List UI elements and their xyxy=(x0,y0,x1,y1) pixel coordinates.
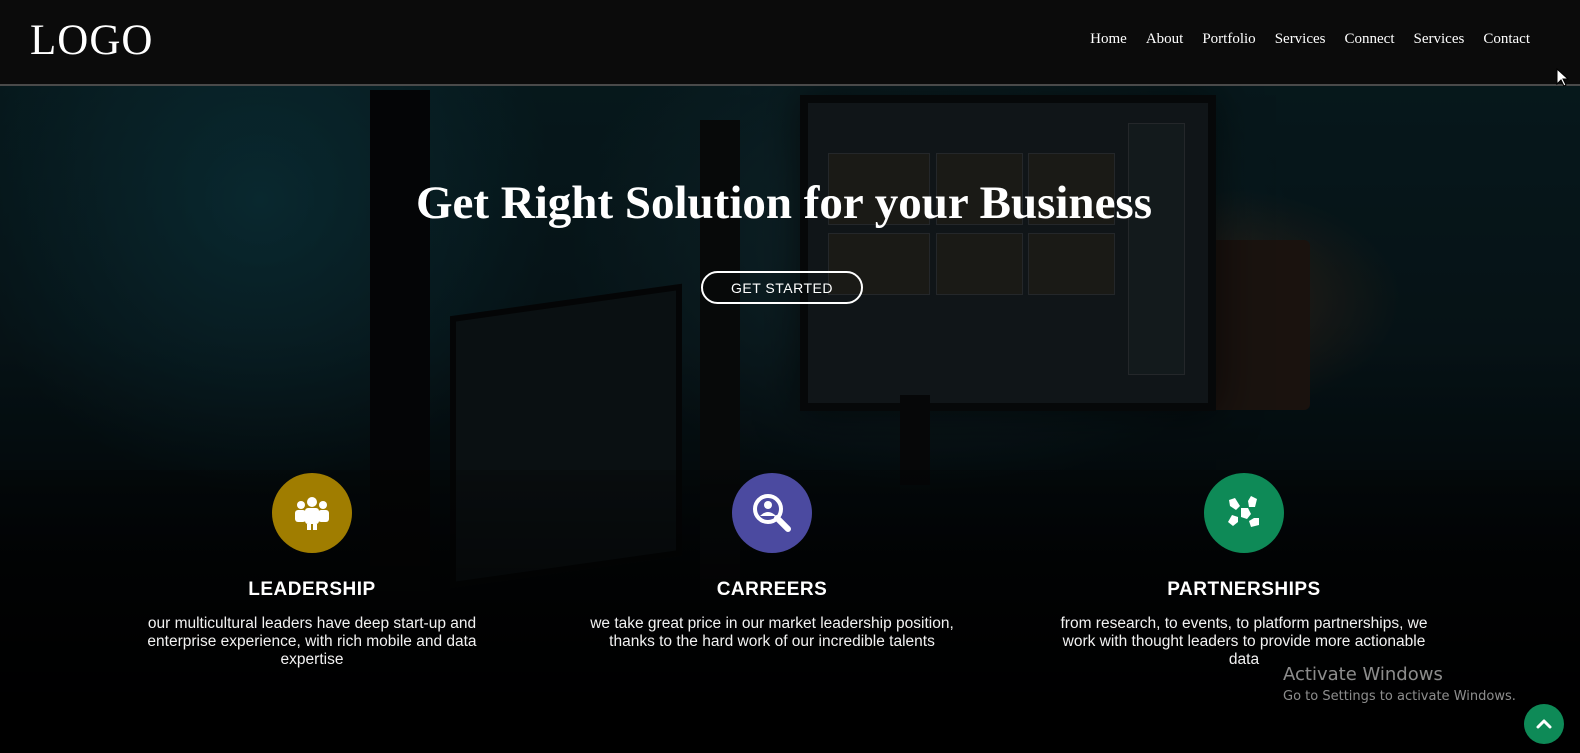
nav-menu: Home About Portfolio Services Connect Se… xyxy=(1090,31,1530,48)
chevron-up-icon xyxy=(1536,719,1552,729)
feature-careers: CARREERS we take great price in our mark… xyxy=(562,473,982,651)
feature-title: LEADERSHIP xyxy=(248,579,376,600)
nav-link-about[interactable]: About xyxy=(1146,31,1184,48)
feature-description: we take great price in our market leader… xyxy=(590,615,954,650)
feature-description: from research, to events, to platform pa… xyxy=(1060,615,1428,668)
feature-title: PARTNERSHIPS xyxy=(1167,579,1321,600)
windows-activation-watermark: Activate Windows Go to Settings to activ… xyxy=(1283,664,1516,704)
search-person-icon xyxy=(732,473,812,553)
feature-description: our multicultural leaders have deep star… xyxy=(147,615,477,668)
navbar: LOGO Home About Portfolio Services Conne… xyxy=(0,0,1580,86)
group-people-icon xyxy=(272,473,352,553)
nav-link-connect[interactable]: Connect xyxy=(1345,31,1395,48)
watermark-subtitle: Go to Settings to activate Windows. xyxy=(1283,689,1516,704)
feature-title: CARREERS xyxy=(716,579,828,600)
get-started-button[interactable]: GET STARTED xyxy=(701,271,863,304)
logo[interactable]: LOGO xyxy=(30,16,153,65)
hero-title: Get Right Solution for your Business xyxy=(415,177,1153,229)
nav-link-services-2[interactable]: Services xyxy=(1414,31,1465,48)
feature-leadership: LEADERSHIP our multicultural leaders hav… xyxy=(102,473,522,669)
nav-link-services[interactable]: Services xyxy=(1275,31,1326,48)
nav-link-contact[interactable]: Contact xyxy=(1483,31,1530,48)
scroll-to-top-button[interactable] xyxy=(1524,704,1564,744)
hands-partnership-icon xyxy=(1204,473,1284,553)
nav-link-portfolio[interactable]: Portfolio xyxy=(1202,31,1255,48)
watermark-title: Activate Windows xyxy=(1283,664,1443,685)
nav-link-home[interactable]: Home xyxy=(1090,31,1127,48)
feature-partnerships: PARTNERSHIPS from research, to events, t… xyxy=(1034,473,1454,669)
mouse-cursor-icon xyxy=(1556,68,1570,87)
